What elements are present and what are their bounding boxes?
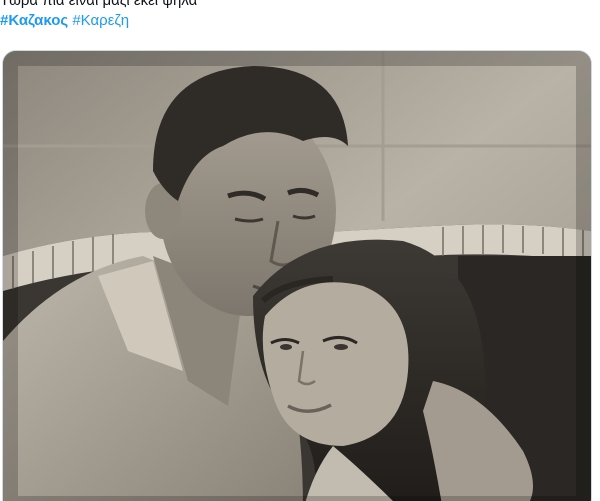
hashtag-karezi[interactable]: #Καρεζη <box>72 12 129 29</box>
photo-icon <box>3 51 591 501</box>
tweet-text: Τώρα πια είναι μαζί εκεί ψηλά #Καζακος #… <box>0 0 600 31</box>
tweet-text-line: Τώρα πια είναι μαζί εκεί ψηλά <box>0 0 198 9</box>
tweet-photo[interactable] <box>2 50 592 501</box>
hashtag-kazakos[interactable]: #Καζακος <box>0 12 68 29</box>
hashtag-row: #Καζακος #Καρεζη <box>0 11 600 31</box>
tweet-card: Τώρα πια είναι μαζί εκεί ψηλά #Καζακος #… <box>0 0 600 501</box>
